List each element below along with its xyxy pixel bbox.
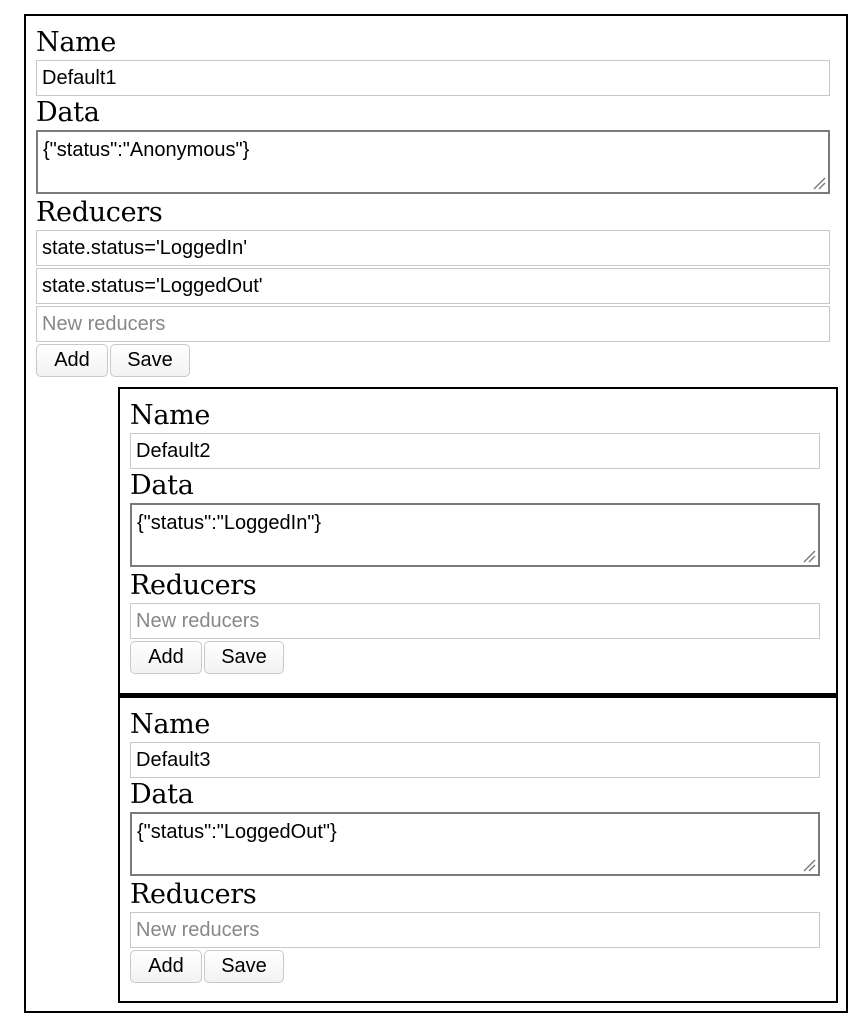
- data-heading: Data: [130, 779, 194, 810]
- data-value: {"status":"LoggedIn"}: [137, 512, 322, 534]
- add-button[interactable]: Add: [130, 641, 202, 674]
- reducers-heading: Reducers: [36, 197, 163, 228]
- reducer-list: state.status='LoggedIn' state.status='Lo…: [36, 230, 830, 342]
- name-input[interactable]: Default1: [36, 60, 830, 96]
- store-panel-default1: Name Default1 Data {"status":"Anonymous"…: [36, 26, 830, 377]
- new-reducer-input[interactable]: New reducers: [130, 603, 820, 639]
- save-button[interactable]: Save: [204, 641, 284, 674]
- name-heading: Name: [36, 27, 117, 58]
- action-buttons: Add Save: [130, 641, 820, 674]
- name-input[interactable]: Default2: [130, 433, 820, 469]
- save-button[interactable]: Save: [204, 950, 284, 983]
- data-heading: Data: [36, 97, 100, 128]
- name-input[interactable]: Default3: [130, 742, 820, 778]
- root-store-panel: Name Default1 Data {"status":"Anonymous"…: [24, 14, 848, 1013]
- reducer-input[interactable]: state.status='LoggedIn': [36, 230, 830, 266]
- resize-grip-icon[interactable]: [812, 176, 826, 190]
- resize-grip-icon[interactable]: [802, 549, 816, 563]
- name-heading: Name: [130, 709, 211, 740]
- data-textarea[interactable]: {"status":"Anonymous"}: [36, 130, 830, 194]
- store-panel-default3: Name Default3 Data {"status":"LoggedOut"…: [118, 695, 838, 1003]
- reducers-heading: Reducers: [130, 570, 257, 601]
- new-reducer-input[interactable]: New reducers: [130, 912, 820, 948]
- save-button[interactable]: Save: [110, 344, 190, 377]
- data-textarea[interactable]: {"status":"LoggedIn"}: [130, 503, 820, 567]
- data-textarea[interactable]: {"status":"LoggedOut"}: [130, 812, 820, 876]
- name-heading: Name: [130, 400, 211, 431]
- new-reducer-input[interactable]: New reducers: [36, 306, 830, 342]
- action-buttons: Add Save: [130, 950, 820, 983]
- reducers-heading: Reducers: [130, 879, 257, 910]
- add-button[interactable]: Add: [36, 344, 108, 377]
- store-panel-default2: Name Default2 Data {"status":"LoggedIn"}…: [118, 387, 838, 695]
- resize-grip-icon[interactable]: [802, 858, 816, 872]
- data-value: {"status":"Anonymous"}: [43, 139, 250, 161]
- data-value: {"status":"LoggedOut"}: [137, 821, 337, 843]
- reducer-input[interactable]: state.status='LoggedOut': [36, 268, 830, 304]
- data-heading: Data: [130, 470, 194, 501]
- action-buttons: Add Save: [36, 344, 830, 377]
- add-button[interactable]: Add: [130, 950, 202, 983]
